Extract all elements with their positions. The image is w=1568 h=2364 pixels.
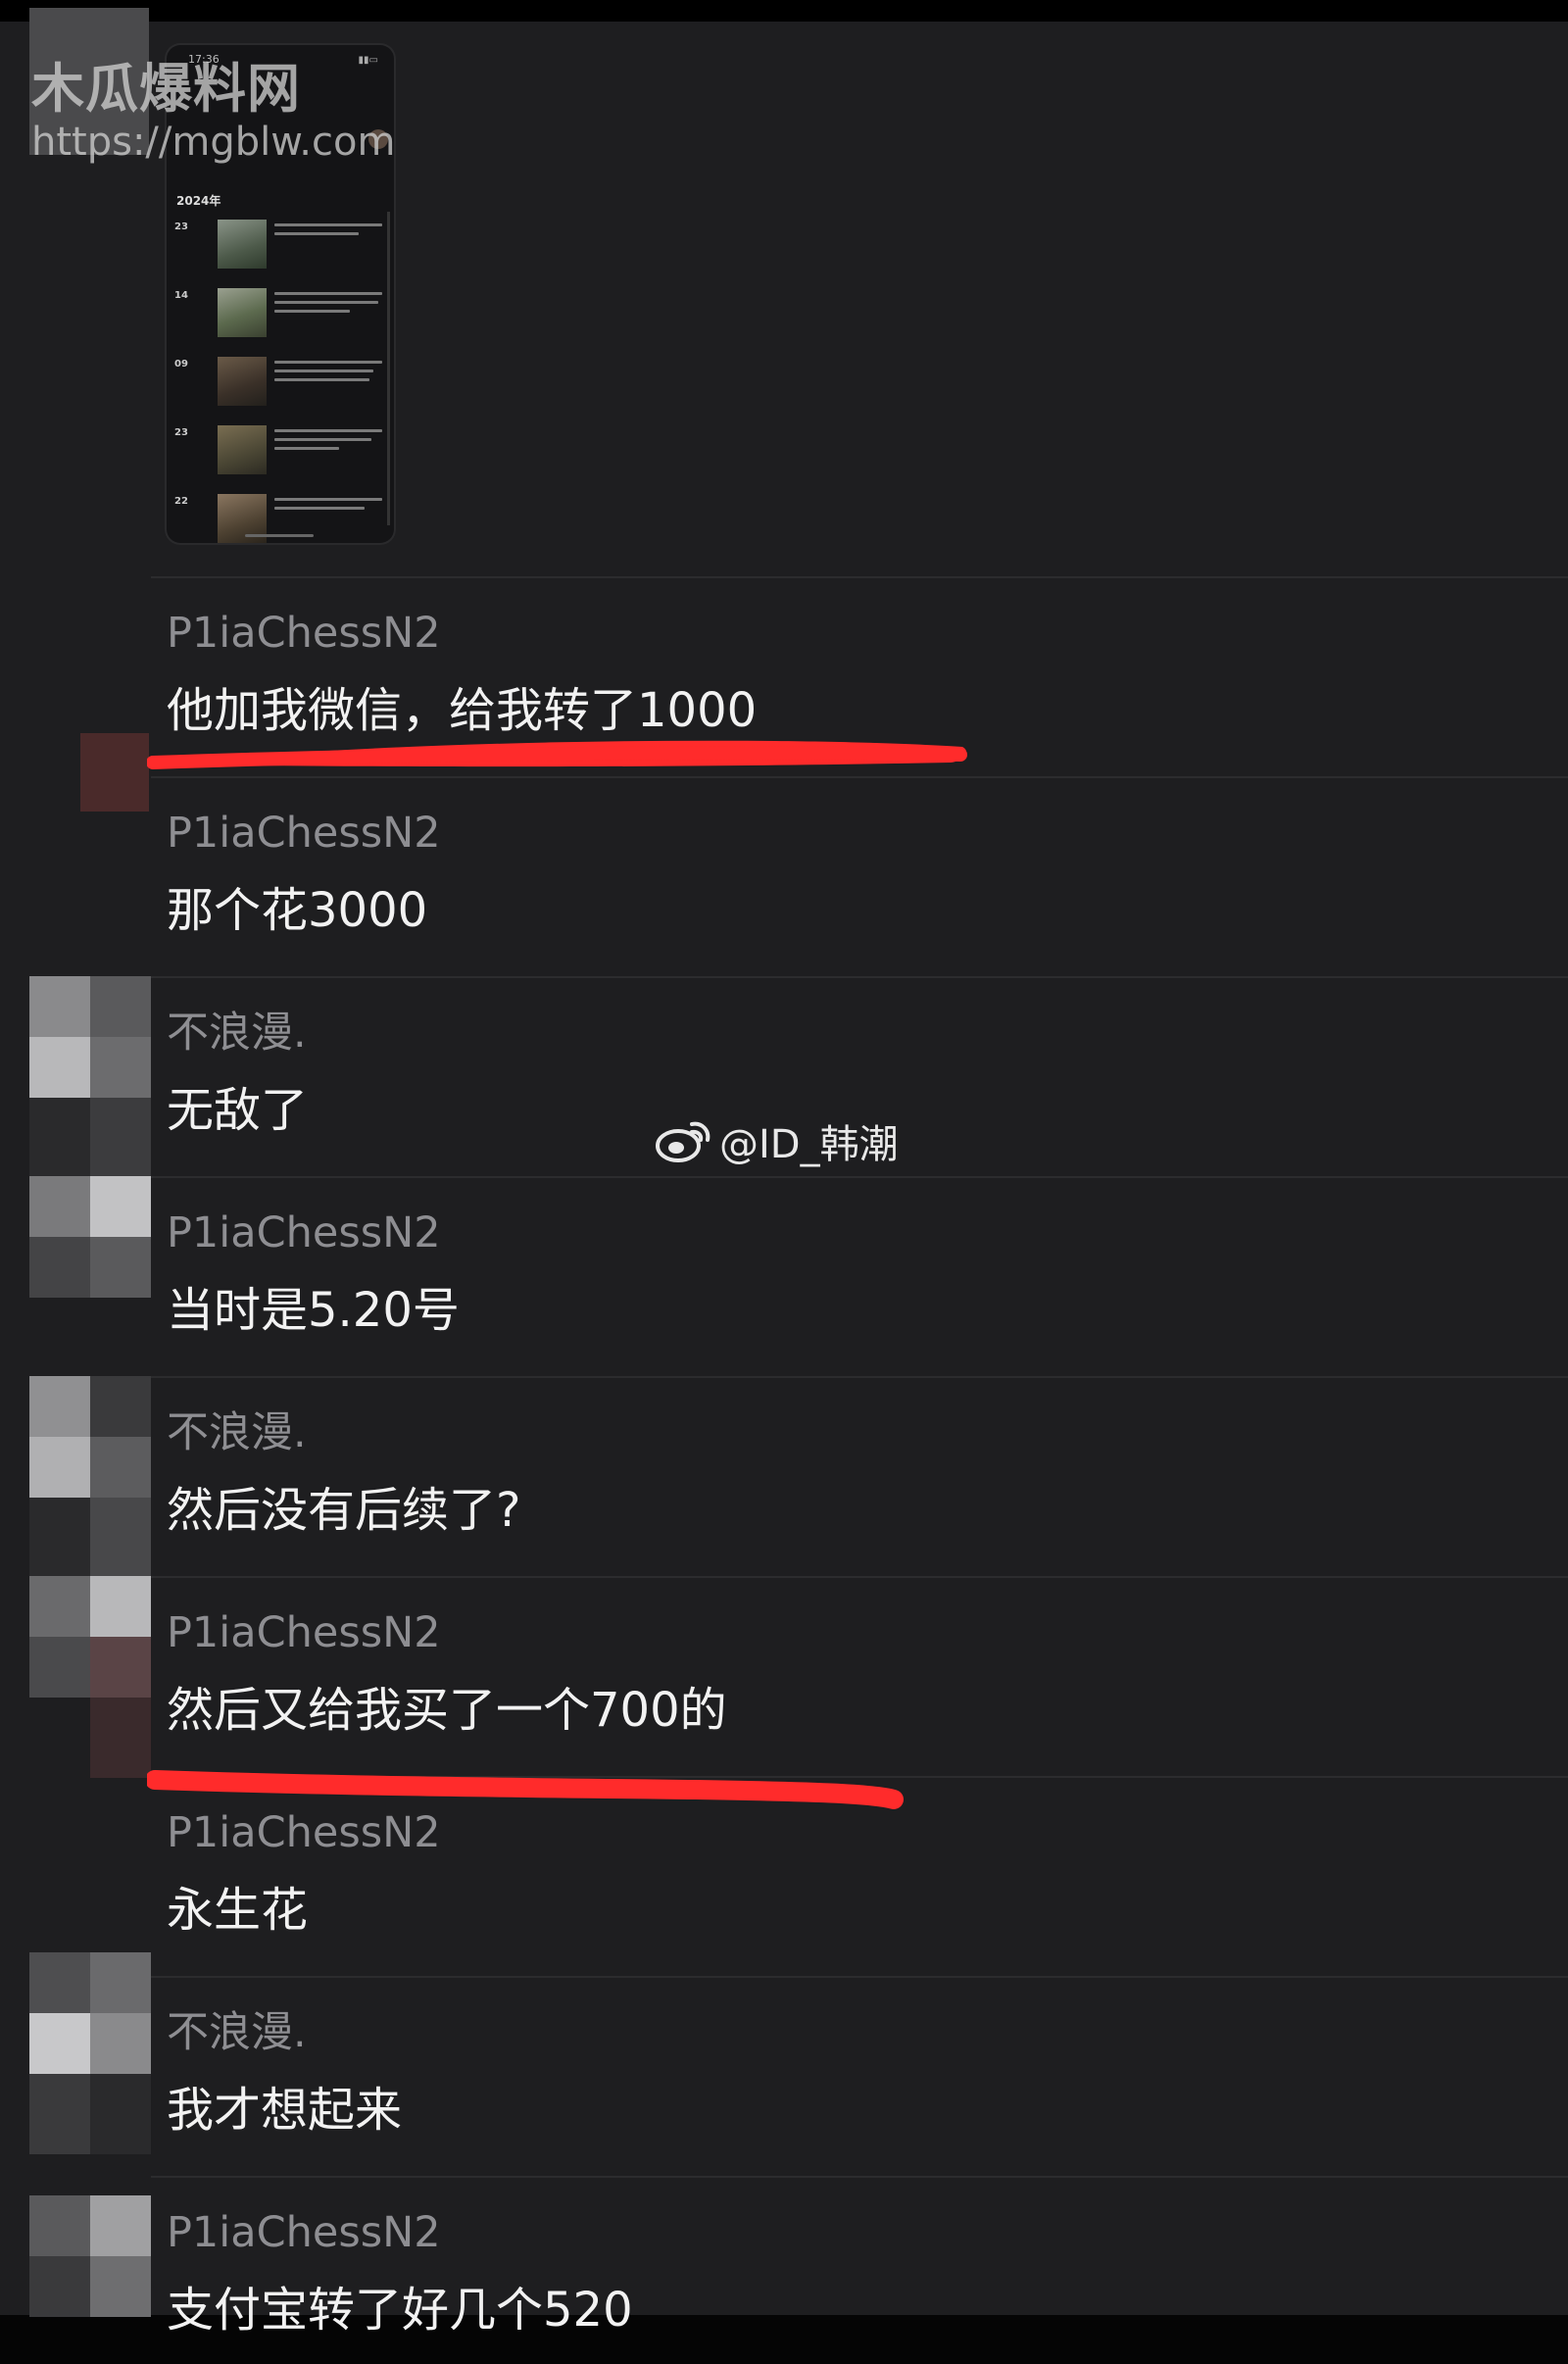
message-text: 永生花 — [167, 1883, 309, 1938]
chat-message[interactable]: P1iaChessN2 支付宝转了好几个520 — [151, 2176, 1568, 2364]
watermark-title: 木瓜爆料网 — [31, 58, 301, 120]
message-text: 支付宝转了好几个520 — [167, 2283, 633, 2338]
message-sender: P1iaChessN2 — [167, 2208, 441, 2257]
avatar-mosaic-strip — [29, 1498, 151, 1578]
thumbnail-text-lines — [274, 361, 382, 387]
chat-message[interactable]: P1iaChessN2 当时是5.20号 — [151, 1176, 1568, 1378]
avatar[interactable] — [29, 2195, 151, 2317]
chat-message[interactable]: 不浪漫. 然后没有后续了? — [151, 1376, 1568, 1578]
message-text: 然后又给我买了一个700的 — [167, 1683, 727, 1738]
thumbnail-post: 23 — [174, 220, 386, 274]
watermark-url: https://mgblw.com — [31, 120, 396, 165]
weibo-watermark: @ID_韩潮 — [655, 1111, 899, 1170]
avatar-mosaic-strip — [29, 1098, 151, 1178]
avatar[interactable] — [29, 976, 151, 1098]
avatar-mosaic-strip — [29, 1698, 151, 1778]
message-sender: 不浪漫. — [167, 1408, 307, 1457]
thumbnail-date: 22 — [174, 496, 188, 507]
message-text: 那个花3000 — [167, 883, 428, 938]
thumbnail-year: 2024年 — [176, 194, 221, 208]
thumbnail-text-lines — [274, 429, 382, 456]
thumbnail-photo — [218, 220, 267, 269]
red-underline — [147, 740, 967, 769]
message-text: 我才想起来 — [167, 2083, 403, 2138]
site-watermark: 木瓜爆料网 https://mgblw.com — [31, 58, 396, 166]
message-text: 他加我微信，给我转了1000 — [167, 683, 758, 738]
thumbnail-date: 23 — [174, 222, 188, 232]
avatar[interactable] — [80, 733, 149, 812]
chat-message[interactable]: P1iaChessN2 那个花3000 — [151, 776, 1568, 978]
thumbnail-text-lines — [274, 498, 382, 516]
avatar[interactable] — [29, 1376, 151, 1498]
message-sender: P1iaChessN2 — [167, 1208, 441, 1257]
thumbnail-date: 09 — [174, 359, 188, 369]
avatar[interactable] — [29, 1576, 151, 1698]
chat-message[interactable]: 不浪漫. 我才想起来 — [151, 1976, 1568, 2178]
weibo-handle: @ID_韩潮 — [719, 1122, 899, 1167]
thumbnail-text-lines — [274, 292, 382, 319]
avatar-mosaic-strip — [29, 2074, 151, 2154]
message-sender: P1iaChessN2 — [167, 1608, 441, 1657]
thumbnail-date: 23 — [174, 427, 188, 438]
thumbnail-post: 23 — [174, 425, 386, 480]
thumbnail-post: 14 — [174, 288, 386, 343]
thumbnail-scrollbar — [387, 212, 390, 525]
thumbnail-home-indicator — [245, 534, 314, 537]
message-text: 当时是5.20号 — [167, 1283, 460, 1338]
avatar[interactable] — [29, 1952, 151, 2074]
red-underline — [147, 1770, 904, 1809]
avatar[interactable] — [29, 1176, 151, 1298]
thumbnail-photo — [218, 357, 267, 406]
thumbnail-photo — [218, 288, 267, 337]
thumbnail-text-lines — [274, 223, 382, 241]
message-text: 然后没有后续了? — [167, 1483, 521, 1538]
weibo-icon — [656, 1121, 710, 1162]
message-sender: P1iaChessN2 — [167, 609, 441, 658]
thumbnail-post: 09 — [174, 357, 386, 412]
thumbnail-photo — [218, 425, 267, 474]
message-sender: P1iaChessN2 — [167, 809, 441, 858]
message-sender: 不浪漫. — [167, 1009, 307, 1058]
thumbnail-date: 14 — [174, 290, 188, 301]
message-text: 无敌了 — [167, 1083, 309, 1138]
chat-message[interactable]: P1iaChessN2 然后又给我买了一个700的 — [151, 1576, 1568, 1778]
message-sender: 不浪漫. — [167, 2008, 307, 2057]
